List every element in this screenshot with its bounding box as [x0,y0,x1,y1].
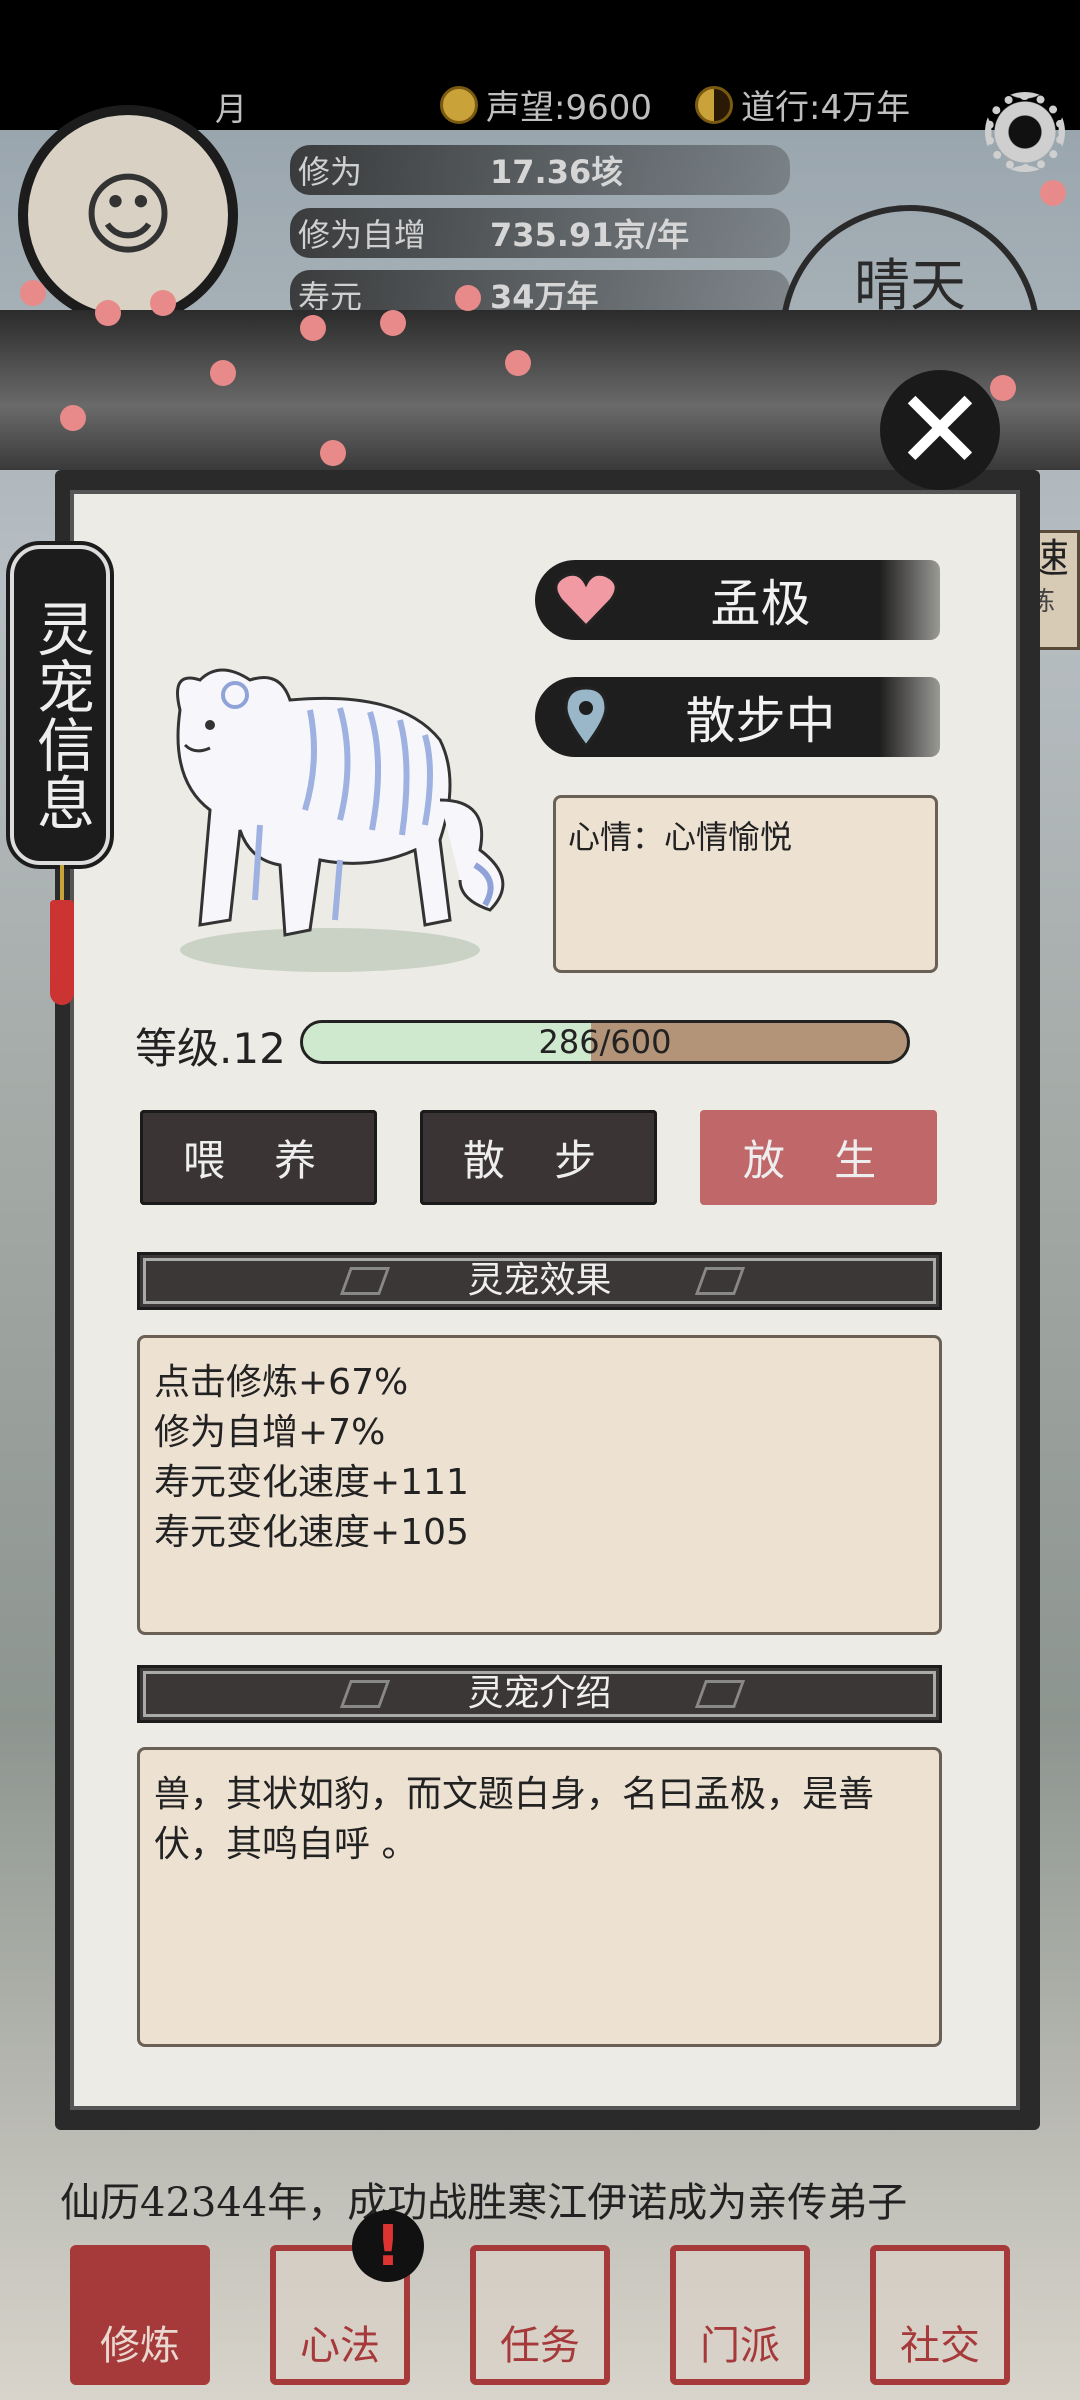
close-button[interactable]: ✕ [880,370,1000,490]
tassel-decoration [50,900,74,1005]
blossom-decoration [60,405,86,431]
blossom-decoration [380,310,406,336]
pet-name-bar: 孟极 [535,560,940,640]
effect-item: 修为自增+7% [154,1412,386,1453]
effects-section-header: 灵宠效果 [137,1252,942,1310]
blossom-decoration [320,440,346,466]
month-label: 月 [215,90,248,128]
effect-item: 点击修炼+67% [154,1362,409,1403]
reputation-value: 声望:9600 [486,88,652,128]
blossom-decoration [505,350,531,376]
tassel-string-decoration [60,865,64,905]
gear-icon[interactable] [985,92,1065,172]
blossom-decoration [990,375,1016,401]
pet-name: 孟极 [710,575,811,633]
effect-item: 寿元变化速度+111 [154,1462,469,1503]
blossom-decoration [20,280,46,306]
daoxing-stat: 道行:4万年 [695,80,910,129]
yin-yang-icon [695,85,733,124]
pet-status: 散步中 [685,692,836,750]
nav-cultivate[interactable]: 修炼 [70,2245,210,2385]
intro-title: 灵宠介绍 [467,1673,612,1714]
nav-tasks[interactable]: 任务 [470,2245,610,2385]
bottom-nav: 修炼 心法 任务 门派 社交 [0,2230,1080,2400]
coin-icon [440,85,478,124]
effects-box: 点击修炼+67% 修为自增+7% 寿元变化速度+111 寿元变化速度+105 [137,1335,942,1635]
blossom-decoration [150,290,176,316]
blossom-decoration [300,315,326,341]
nav-sect[interactable]: 门派 [670,2245,810,2385]
stat-cultivation: 修为 17.36垓 [290,145,790,195]
location-pin-icon [551,682,621,752]
mood-box: 心情：心情愉悦 [553,795,938,973]
avatar[interactable]: ☺ [18,105,238,325]
dialog-side-title: 灵宠信息 [6,541,114,869]
heart-icon [551,565,621,635]
pet-tiger-image [176,668,505,972]
event-log-line: 仙历42344年，成功战胜寒江伊诺成为亲传弟子 [60,2180,908,2226]
xp-progress-text: 286/600 [538,1023,672,1061]
intro-section-header: 灵宠介绍 [137,1665,942,1723]
pet-level: 等级.12 [135,1024,286,1073]
release-button[interactable]: 放 生 [700,1110,937,1205]
effects-title: 灵宠效果 [467,1260,612,1301]
feed-button[interactable]: 喂 养 [140,1110,377,1205]
mood-text: 心情：心情愉悦 [568,818,793,856]
reputation-stat: 声望:9600 [440,80,652,129]
intro-text: 兽，其状如豹，而文题白身，名曰孟极，是善伏，其鸣自呼 。 [154,1774,875,1865]
blossom-decoration [1040,180,1066,206]
intro-box: 兽，其状如豹，而文题白身，名曰孟极，是善伏，其鸣自呼 。 [137,1747,942,2047]
alert-icon[interactable]: ! [352,2210,424,2282]
nav-social[interactable]: 社交 [870,2245,1010,2385]
walk-button[interactable]: 散 步 [420,1110,657,1205]
stat-cultivation-rate: 修为自增 735.91京/年 [290,208,790,258]
blossom-decoration [210,360,236,386]
blossom-decoration [95,300,121,326]
effect-item: 寿元变化速度+105 [154,1512,469,1553]
xp-progress-bar: 286/600 [300,1020,910,1064]
daoxing-value: 道行:4万年 [741,88,911,128]
blossom-decoration [455,285,481,311]
pet-status-bar: 散步中 [535,677,940,757]
